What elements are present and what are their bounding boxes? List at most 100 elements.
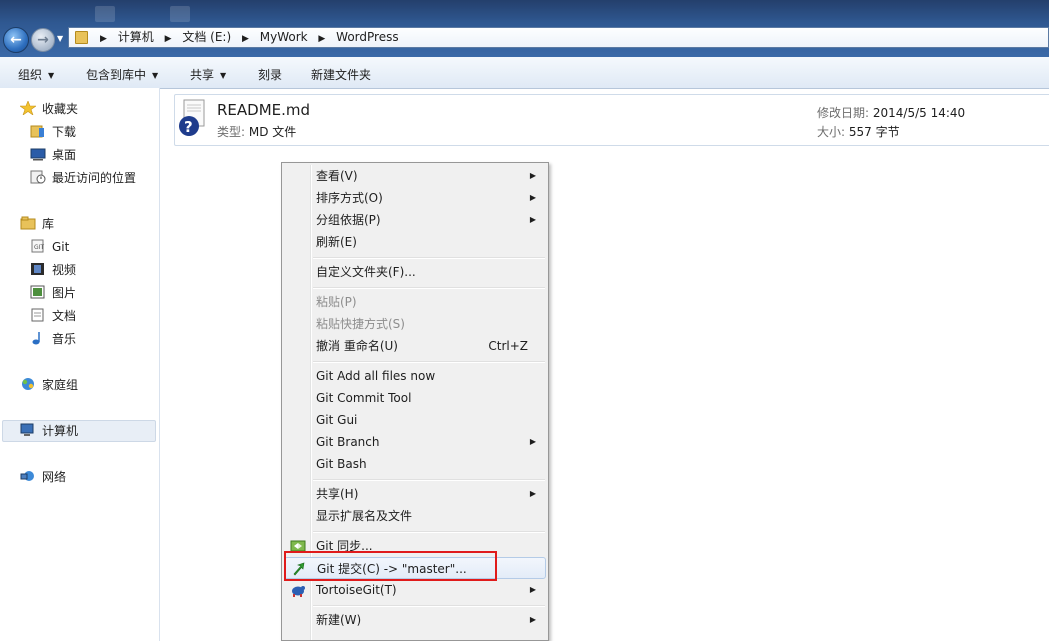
include-in-library-button[interactable]: 包含到库中 ▼ [86,66,158,83]
menu-item-paste-shortcut[interactable]: 粘贴快捷方式(S) [284,313,546,335]
menu-item-label: 新建(W) [316,613,362,627]
command-toolbar: 组织 ▼ 包含到库中 ▼ 共享 ▼ 刻录 新建文件夹 [0,57,1049,89]
nav-network[interactable]: 网络 [20,467,66,487]
nav-documents[interactable]: 文档 [30,306,76,326]
menu-item-label: 排序方式(O) [316,191,383,205]
menu-item-view[interactable]: 查看(V) ▶ [284,165,546,187]
file-date-value: 2014/5/5 14:40 [872,106,966,120]
menu-item-label: 粘贴(P) [316,295,357,309]
menu-item-git-add-all[interactable]: Git Add all files now [284,365,546,387]
nav-pictures[interactable]: 图片 [30,283,76,303]
menu-item-share[interactable]: 共享(H) ▶ [284,483,546,505]
menu-item-refresh[interactable]: 刷新(E) [284,231,546,253]
menu-item-label: 显示扩展名及文件 [316,509,413,523]
file-size: 大小: 557 字节 [817,123,900,140]
submenu-arrow-icon: ▶ [529,585,536,594]
breadcrumb-separator-icon[interactable]: ▶ [318,32,325,47]
menu-item-sort-by[interactable]: 排序方式(O) ▶ [284,187,546,209]
downloads-folder-icon [30,124,46,138]
breadcrumb-separator-icon[interactable]: ▶ [242,32,249,47]
new-folder-button[interactable]: 新建文件夹 [311,66,371,83]
breadcrumb-mywork[interactable]: MyWork [260,30,308,44]
menu-item-group-by[interactable]: 分组依据(P) ▶ [284,209,546,231]
nav-homegroup[interactable]: 家庭组 [20,375,78,395]
organize-label: 组织 [18,68,43,82]
title-ghost-icon [95,6,115,22]
address-bar[interactable]: ▶ 计算机 ▶ 文档 (E:) ▶ MyWork ▶ WordPress [68,27,1049,48]
nav-downloads[interactable]: 下载 [30,122,76,142]
menu-item-tortoisegit[interactable]: TortoiseGit(T) ▶ [284,579,546,601]
network-icon [20,469,36,483]
share-with-button[interactable]: 共享 ▼ [190,66,226,83]
menu-item-label: Git Bash [316,457,367,471]
menu-item-undo-rename[interactable]: 撤消 重命名(U) Ctrl+Z [284,335,546,357]
nav-computer[interactable]: 计算机 [20,421,78,441]
chevron-down-icon: ▼ [152,71,159,80]
picture-icon [30,285,46,299]
burn-button[interactable]: 刻录 [258,66,282,83]
organize-button[interactable]: 组织 ▼ [18,66,54,83]
navigation-pane: 收藏夹 下载 桌面 最近访问的位置 库 GIT Git 视频 图片 文档 音乐 家… [0,88,160,641]
nav-label: 音乐 [52,332,77,346]
homegroup-icon [20,377,36,391]
back-button[interactable]: ← [3,27,29,53]
nav-desktop[interactable]: 桌面 [30,145,76,165]
file-item-readme[interactable]: ? README.md 类型: MD 文件 修改日期: 2014/5/5 14:… [174,94,1049,146]
nav-videos[interactable]: 视频 [30,260,76,280]
menu-item-label: Git Add all files now [316,369,436,383]
file-type-value: MD 文件 [248,125,297,139]
menu-separator [313,479,545,481]
nav-recent-places[interactable]: 最近访问的位置 [30,168,136,188]
file-size-label: 大小: [817,125,846,139]
tortoisegit-icon [290,582,306,598]
menu-item-customize-folder[interactable]: 自定义文件夹(F)... [284,261,546,283]
music-note-icon [30,331,46,345]
menu-item-git-bash[interactable]: Git Bash [284,453,546,475]
breadcrumb-computer[interactable]: 计算机 [118,30,154,44]
forward-button[interactable]: → [31,28,55,52]
svg-text:?: ? [184,118,193,136]
menu-item-label: Git Gui [316,413,358,427]
breadcrumb-drive-e[interactable]: 文档 (E:) [182,30,231,44]
nav-label: Git [52,240,70,254]
svg-text:GIT: GIT [34,244,44,251]
video-icon [30,262,46,276]
menu-item-label: 刷新(E) [316,235,357,249]
menu-item-label: Git Commit Tool [316,391,412,405]
nav-label: 计算机 [42,424,79,438]
menu-item-git-gui[interactable]: Git Gui [284,409,546,431]
file-name: README.md [217,101,311,119]
recent-pages-dropdown-icon[interactable]: ▼ [57,34,63,43]
menu-item-git-commit-tool[interactable]: Git Commit Tool [284,387,546,409]
breadcrumb: ▶ 计算机 ▶ 文档 (E:) ▶ MyWork ▶ WordPress [93,30,399,47]
window-title-strip: ← → ▼ ▶ 计算机 ▶ 文档 (E:) ▶ MyWork ▶ WordPre… [0,0,1049,57]
breadcrumb-separator-icon[interactable]: ▶ [165,32,172,47]
share-label: 共享 [190,68,215,82]
submenu-arrow-icon: ▶ [529,615,536,624]
menu-item-new[interactable]: 新建(W) ▶ [284,609,546,631]
include-library-label: 包含到库中 [86,68,147,82]
file-date-label: 修改日期: [817,106,870,120]
menu-item-git-branch[interactable]: Git Branch ▶ [284,431,546,453]
nav-git[interactable]: GIT Git [30,237,69,257]
nav-favorites[interactable]: 收藏夹 [19,99,78,119]
menu-item-label: Git Branch [316,435,380,449]
breadcrumb-wordpress[interactable]: WordPress [336,30,398,44]
menu-item-show-extensions[interactable]: 显示扩展名及文件 [284,505,546,527]
menu-separator [313,531,545,533]
chevron-down-icon: ▼ [220,71,227,80]
menu-item-label: 自定义文件夹(F)... [316,265,416,279]
file-type: 类型: MD 文件 [217,123,296,140]
breadcrumb-separator-icon[interactable]: ▶ [100,32,107,47]
annotation-highlight-box [284,551,497,581]
menu-item-paste[interactable]: 粘贴(P) [284,291,546,313]
menu-item-label: 撤消 重命名(U) [316,339,398,353]
nav-music[interactable]: 音乐 [30,329,76,349]
nav-libraries[interactable]: 库 [20,214,54,234]
menu-item-label: 查看(V) [316,169,358,183]
git-library-icon: GIT [30,239,46,253]
document-icon [30,308,46,322]
menu-separator [313,605,545,607]
nav-label: 视频 [52,263,77,277]
file-size-value: 557 字节 [848,125,900,139]
